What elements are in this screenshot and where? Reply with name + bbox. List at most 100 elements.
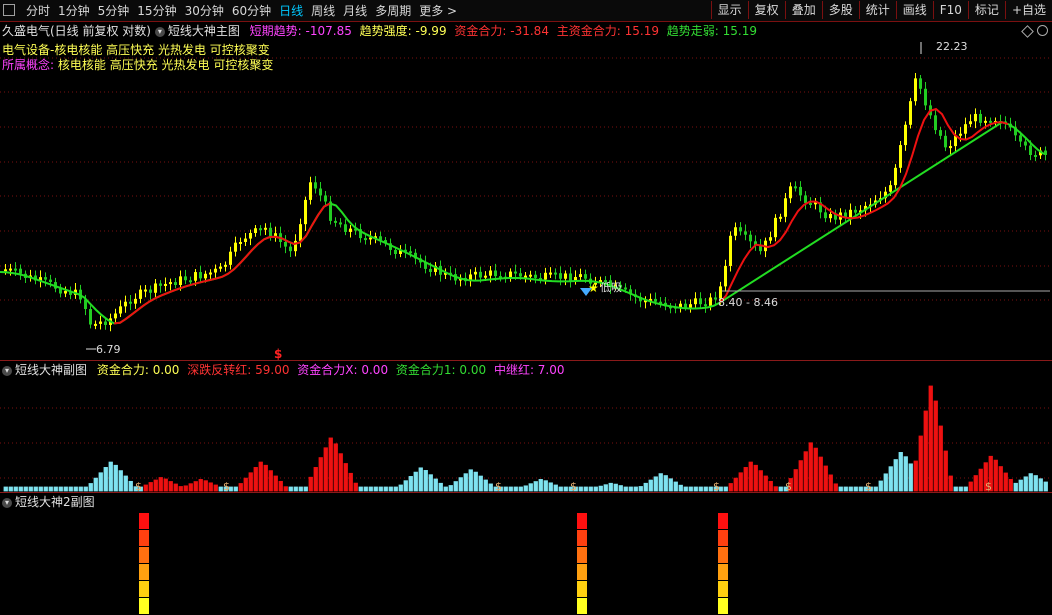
sub1-bar	[613, 483, 618, 492]
grid-menu-icon[interactable]	[3, 4, 15, 16]
sub1-bar	[208, 482, 213, 492]
period-tab-3[interactable]: 15分钟	[133, 3, 180, 19]
candle-body	[984, 120, 987, 123]
candle-body	[974, 113, 977, 122]
sub1-bar	[928, 385, 933, 492]
sub1-bar	[18, 486, 23, 492]
sub1-bar	[723, 486, 728, 492]
sub1-bar	[698, 486, 703, 492]
candle-body	[509, 271, 512, 278]
candle-body	[934, 115, 937, 131]
period-tab-7[interactable]: 周线	[307, 3, 339, 19]
period-tab-2[interactable]: 5分钟	[94, 3, 134, 19]
toolbar-action-1[interactable]: 复权	[747, 1, 785, 19]
candle-body	[1019, 135, 1022, 142]
toolbar-action-8[interactable]: +自选	[1004, 1, 1052, 19]
diamond-icon[interactable]	[1021, 25, 1034, 38]
period-tab-0[interactable]: 分时	[22, 3, 54, 19]
sub1-bar	[203, 480, 208, 492]
period-tab-6[interactable]: 日线	[275, 3, 307, 19]
candle-body	[264, 227, 267, 230]
sub1-bar	[813, 447, 818, 492]
sub1-name[interactable]: 短线大神副图	[15, 363, 87, 377]
candle-body	[899, 145, 902, 168]
candle-body	[229, 251, 232, 265]
candle-body	[544, 272, 547, 280]
sub2-menu-icon[interactable]: ▾	[2, 497, 12, 508]
candle-body	[949, 146, 952, 149]
sub1-bar	[963, 486, 968, 492]
sub1-bar	[43, 486, 48, 492]
signal-bar-segment	[577, 581, 587, 597]
money-bag-icon: $	[985, 480, 992, 492]
signal-bar-segment	[718, 530, 728, 546]
dollar-icon: $	[274, 347, 282, 360]
top-toolbar: 分时 1分钟 5分钟 15分钟 30分钟 60分钟 日线 周线 月线 多周期 更多 > 显示 复权 叠加…	[0, 0, 1052, 22]
sub1-bar	[193, 481, 198, 492]
candle-body	[849, 209, 852, 218]
sub1-bar	[653, 476, 658, 492]
sub1-bar	[248, 472, 253, 492]
sub2-name[interactable]: 短线大神2副图	[15, 495, 95, 509]
sub2-header: ▾ 短线大神2副图	[2, 495, 95, 509]
signal-label: 低吸	[600, 281, 622, 294]
sub1-bar	[703, 486, 708, 492]
candle-body	[169, 282, 172, 285]
candle-body	[254, 228, 257, 233]
candle-body	[179, 276, 182, 286]
period-tab-10[interactable]: 更多 >	[415, 3, 461, 19]
sub1-menu-icon[interactable]: ▾	[2, 365, 12, 376]
circle-icon[interactable]	[1037, 25, 1048, 36]
sub1-bar	[763, 475, 768, 492]
toolbar-action-4[interactable]: 统计	[858, 1, 896, 19]
candle-body	[394, 249, 397, 255]
main-indicator-name[interactable]: 短线大神主图	[168, 24, 240, 38]
main-candlestick-chart[interactable]: 22.236.798.40 - 8.46低吸★$	[0, 38, 1052, 360]
toolbar-action-7[interactable]: 标记	[967, 1, 1005, 19]
signal-bar-segment	[139, 581, 149, 597]
sub1-bar	[978, 468, 983, 492]
toolbar-action-5[interactable]: 画线	[895, 1, 933, 19]
candle-body	[44, 277, 47, 280]
period-tab-8[interactable]: 月线	[339, 3, 371, 19]
period-tab-5[interactable]: 60分钟	[228, 3, 275, 19]
sub1-header: ▾ 短线大神副图 资金合力: 0.00 深跌反转红: 59.00 资金合力X: 0…	[2, 363, 569, 377]
toolbar-action-3[interactable]: 多股	[821, 1, 859, 19]
candle-body	[554, 272, 557, 275]
ma-line-red-2	[719, 107, 1009, 304]
sub1-bar	[888, 466, 893, 492]
candle-body	[14, 268, 17, 271]
sub1-bar	[1008, 479, 1013, 492]
sub1-bar	[668, 478, 673, 492]
indicator-value-1: 深跌反转红: 59.00	[187, 363, 294, 377]
range-label: 8.40 - 8.46	[718, 296, 778, 309]
candle-body	[889, 185, 892, 192]
signal-bar-segment	[718, 547, 728, 563]
period-tab-9[interactable]: 多周期	[371, 3, 415, 19]
candle-body	[924, 88, 927, 106]
period-tab-1[interactable]: 1分钟	[54, 3, 94, 19]
sub1-bar	[338, 453, 343, 492]
sub1-bar	[258, 461, 263, 492]
sub1-bar	[828, 474, 833, 492]
sub1-bar-chart[interactable]: $ $ $ $ $ $ $ $	[0, 378, 1052, 492]
sub1-bar	[233, 486, 238, 492]
period-tab-4[interactable]: 30分钟	[181, 3, 228, 19]
toolbar-action-6[interactable]: F10	[932, 1, 968, 19]
sub1-bar	[443, 486, 448, 492]
toolbar-action-0[interactable]: 显示	[710, 1, 748, 19]
sub2-signal-chart[interactable]	[0, 508, 1052, 615]
sub1-bar	[433, 478, 438, 492]
toolbar-action-2[interactable]: 叠加	[784, 1, 822, 19]
indicator-menu-icon[interactable]: ▾	[154, 26, 165, 37]
candle-body	[699, 298, 702, 305]
sub1-bar	[743, 467, 748, 492]
candle-body	[149, 289, 152, 293]
sub1-bar	[213, 484, 218, 492]
sub1-bar	[548, 482, 553, 492]
candle-body	[114, 313, 117, 319]
sub1-bar	[1013, 482, 1018, 492]
sub1-bar	[358, 486, 363, 492]
sub1-bar	[483, 479, 488, 492]
sub1-bar	[423, 470, 428, 492]
